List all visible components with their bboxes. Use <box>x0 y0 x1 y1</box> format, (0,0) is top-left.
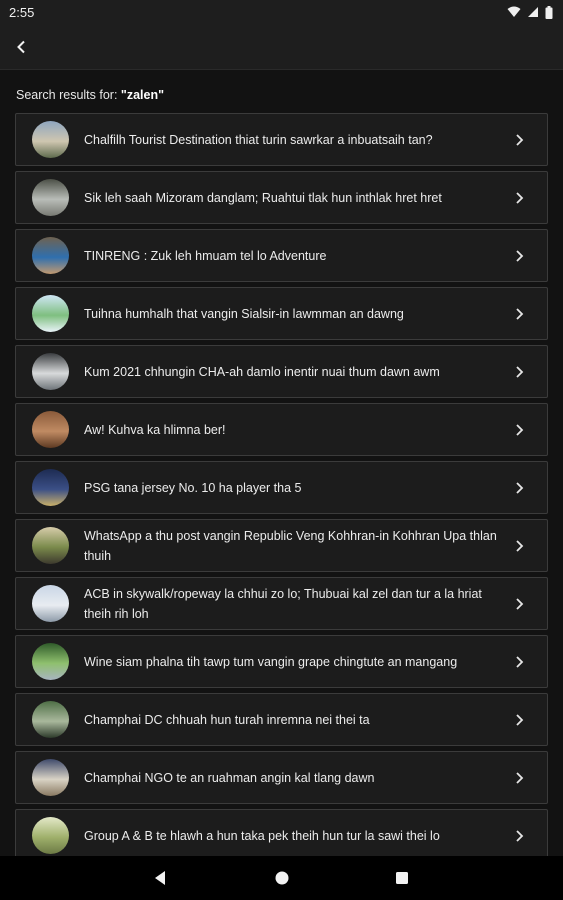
battery-icon <box>545 5 553 19</box>
result-thumbnail <box>32 701 69 738</box>
chevron-right-icon <box>515 655 527 669</box>
chevron-right-icon <box>515 829 527 843</box>
result-thumbnail <box>32 469 69 506</box>
result-item[interactable]: Champhai DC chhuah hun turah inremna nei… <box>15 693 548 746</box>
result-title: Sik leh saah Mizoram danglam; Ruahtui tl… <box>84 190 442 205</box>
chevron-right-icon <box>515 365 527 379</box>
result-thumbnail <box>32 585 69 622</box>
result-thumbnail <box>32 295 69 332</box>
result-title: Champhai NGO te an ruahman angin kal tla… <box>84 770 375 785</box>
result-item[interactable]: Sik leh saah Mizoram danglam; Ruahtui tl… <box>15 171 548 224</box>
nav-recents-icon[interactable] <box>394 870 410 886</box>
chevron-right-icon <box>515 771 527 785</box>
result-item[interactable]: Kum 2021 chhungin CHA-ah damlo inentir n… <box>15 345 548 398</box>
status-bar: 2:55 <box>0 0 563 24</box>
result-title: Champhai DC chhuah hun turah inremna nei… <box>84 712 370 727</box>
chevron-right-icon <box>515 713 527 727</box>
result-title: Aw! Kuhva ka hlimna ber! <box>84 422 226 437</box>
result-title: Wine siam phalna tih tawp tum vangin gra… <box>84 654 458 669</box>
search-query: "zalen" <box>120 88 165 102</box>
result-thumbnail <box>32 121 69 158</box>
chevron-right-icon <box>515 597 527 611</box>
result-title: Group A & B te hlawh a hun taka pek thei… <box>84 828 440 843</box>
result-thumbnail <box>32 759 69 796</box>
result-title: WhatsApp a thu post vangin Republic Veng… <box>84 528 497 563</box>
result-item[interactable]: Group A & B te hlawh a hun taka pek thei… <box>15 809 548 862</box>
result-thumbnail <box>32 411 69 448</box>
results-list: Chalfilh Tourist Destination thiat turin… <box>15 113 548 867</box>
search-results-heading: Search results for: "zalen" <box>16 88 164 102</box>
result-item[interactable]: WhatsApp a thu post vangin Republic Veng… <box>15 519 548 572</box>
result-item[interactable]: Tuihna humhalh that vangin Sialsir-in la… <box>15 287 548 340</box>
result-title: ACB in skywalk/ropeway la chhui zo lo; T… <box>84 586 482 621</box>
back-arrow-icon <box>17 40 25 54</box>
result-title: TINRENG : Zuk leh hmuam tel lo Adventure <box>84 248 327 263</box>
navigation-bar <box>0 856 563 900</box>
wifi-icon <box>507 6 521 17</box>
result-thumbnail <box>32 353 69 390</box>
result-thumbnail <box>32 817 69 854</box>
result-item[interactable]: Wine siam phalna tih tawp tum vangin gra… <box>15 635 548 688</box>
result-thumbnail <box>32 527 69 564</box>
result-thumbnail <box>32 237 69 274</box>
signal-icon <box>528 7 538 17</box>
app-bar <box>0 24 563 70</box>
chevron-right-icon <box>515 539 527 553</box>
result-thumbnail <box>32 643 69 680</box>
search-prefix: Search results for: <box>16 88 121 102</box>
result-title: Tuihna humhalh that vangin Sialsir-in la… <box>84 306 404 321</box>
result-item[interactable]: Chalfilh Tourist Destination thiat turin… <box>15 113 548 166</box>
chevron-right-icon <box>515 307 527 321</box>
result-thumbnail <box>32 179 69 216</box>
result-title: PSG tana jersey No. 10 ha player tha 5 <box>84 480 302 495</box>
chevron-right-icon <box>515 249 527 263</box>
result-item[interactable]: Champhai NGO te an ruahman angin kal tla… <box>15 751 548 804</box>
chevron-right-icon <box>515 191 527 205</box>
result-item[interactable]: TINRENG : Zuk leh hmuam tel lo Adventure <box>15 229 548 282</box>
back-button[interactable] <box>10 36 32 58</box>
status-time: 2:55 <box>9 4 35 20</box>
result-item[interactable]: Aw! Kuhva ka hlimna ber! <box>15 403 548 456</box>
result-title: Kum 2021 chhungin CHA-ah damlo inentir n… <box>84 364 440 379</box>
result-title: Chalfilh Tourist Destination thiat turin… <box>84 132 433 147</box>
result-item[interactable]: PSG tana jersey No. 10 ha player tha 5 <box>15 461 548 514</box>
status-icons <box>507 5 553 19</box>
chevron-right-icon <box>515 133 527 147</box>
chevron-right-icon <box>515 423 527 437</box>
result-item[interactable]: ACB in skywalk/ropeway la chhui zo lo; T… <box>15 577 548 630</box>
nav-back-icon[interactable] <box>153 870 169 886</box>
nav-home-icon[interactable] <box>274 870 290 886</box>
chevron-right-icon <box>515 481 527 495</box>
